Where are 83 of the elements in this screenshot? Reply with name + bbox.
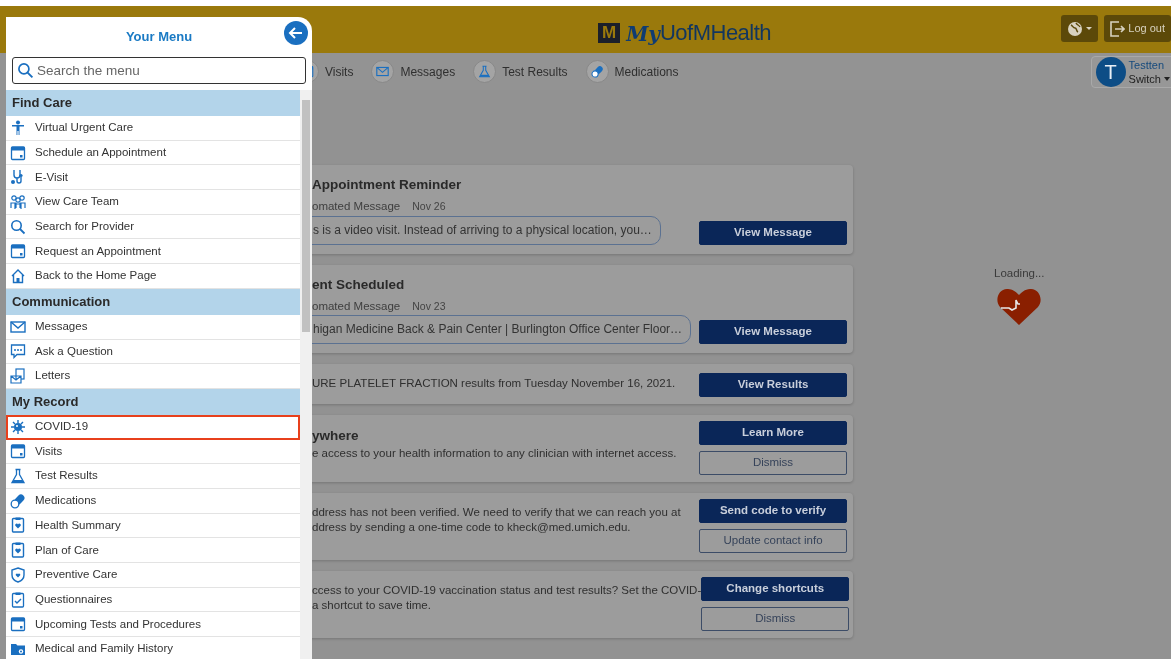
menu-item[interactable]: Test Results bbox=[6, 464, 300, 489]
message-date: Nov 26 bbox=[412, 199, 446, 215]
nav-link[interactable]: Messages bbox=[371, 60, 456, 83]
menu-item[interactable]: Ask a Question bbox=[6, 339, 300, 365]
menu-item[interactable]: Schedule an Appointment bbox=[6, 140, 300, 166]
menu-item[interactable]: Health Summary bbox=[6, 513, 300, 539]
menu-item[interactable]: Visits bbox=[6, 439, 300, 465]
virus-icon bbox=[10, 418, 26, 435]
action-button[interactable]: Send code to verify bbox=[699, 499, 847, 523]
menu-item[interactable]: View Care Team bbox=[6, 190, 300, 215]
clipboard-icon bbox=[10, 542, 26, 559]
letter-icon bbox=[10, 368, 26, 385]
card-title: ent Scheduled bbox=[312, 275, 406, 294]
search-field[interactable]: Search the menu bbox=[12, 57, 306, 84]
stethoscope-icon bbox=[10, 169, 26, 186]
avatar: T bbox=[1095, 56, 1126, 87]
flask-icon bbox=[10, 468, 26, 485]
checklist-icon bbox=[10, 591, 26, 608]
language-button[interactable] bbox=[1061, 15, 1099, 42]
card-text: URE PLATELET FRACTION results from Tuesday November 16, 2021. bbox=[312, 376, 677, 391]
flask-icon bbox=[473, 60, 497, 83]
card-title: Appointment Reminder bbox=[312, 176, 463, 194]
loading-text: Loading... bbox=[994, 266, 1045, 281]
people-icon bbox=[10, 193, 26, 210]
card-title: ywhere bbox=[312, 427, 360, 445]
chat-icon bbox=[10, 343, 26, 360]
person-icon bbox=[10, 119, 26, 136]
menu-item[interactable]: Medications bbox=[6, 488, 300, 514]
menu-item[interactable]: E-Visit bbox=[6, 165, 300, 191]
user-name: Testten bbox=[1128, 57, 1166, 72]
menu-item[interactable]: Back to the Home Page bbox=[6, 264, 300, 289]
action-button[interactable]: Change shortcuts bbox=[701, 577, 850, 601]
action-button[interactable]: Learn More bbox=[699, 421, 847, 445]
card-text: ccess to your COVID-19 vaccination status and test results? Set the COVID- bbox=[312, 583, 702, 598]
menu-item[interactable]: Letters bbox=[6, 364, 300, 389]
menu-item[interactable]: Search for Provider bbox=[6, 214, 300, 240]
menu-item[interactable]: Questionnaires bbox=[6, 587, 300, 613]
switch-label: Switch bbox=[1128, 71, 1161, 86]
menu-item[interactable]: COVID-19 bbox=[6, 414, 300, 440]
back-button[interactable] bbox=[284, 21, 308, 45]
clipboard-icon bbox=[10, 517, 26, 534]
caret-icon bbox=[1164, 76, 1170, 81]
section-header: Communication bbox=[6, 288, 300, 315]
home-icon bbox=[10, 267, 26, 284]
envelope-icon bbox=[371, 60, 395, 83]
shield-icon bbox=[10, 566, 26, 583]
action-button[interactable]: Update contact info bbox=[699, 529, 847, 553]
menu-item[interactable]: Virtual Urgent Care bbox=[6, 116, 300, 141]
action-button[interactable]: Dismiss bbox=[699, 451, 847, 475]
menu-item[interactable]: Messages bbox=[6, 314, 300, 340]
message-sender: omated Message bbox=[312, 298, 401, 314]
nav-link[interactable]: Test Results bbox=[473, 60, 568, 83]
card-text: ddress by sending a one-time code to kheck@med.umich.edu. bbox=[312, 520, 632, 535]
logo-text: My bbox=[626, 21, 660, 48]
menu-title: Your Menu bbox=[125, 28, 193, 47]
section-header: My Record bbox=[6, 388, 300, 415]
pills-icon bbox=[585, 60, 609, 83]
menu-item[interactable]: Plan of Care bbox=[6, 538, 300, 563]
card-text: e access to your health information to any clinician with internet access. bbox=[312, 446, 678, 462]
action-button[interactable]: Dismiss bbox=[701, 607, 850, 631]
caret-icon bbox=[1086, 27, 1093, 30]
search-icon bbox=[10, 218, 26, 235]
logout-icon bbox=[1110, 20, 1126, 37]
globe-icon bbox=[1067, 20, 1084, 37]
scrollbar[interactable] bbox=[300, 90, 312, 659]
pills-icon bbox=[10, 492, 26, 509]
message-date: Nov 23 bbox=[412, 298, 446, 314]
card-text: ddress has not been verified. We need to verify that we can reach you at bbox=[312, 505, 682, 520]
card-text: a shortcut to save time. bbox=[312, 598, 432, 613]
user-switcher[interactable]: T Testten Switch bbox=[1090, 55, 1171, 88]
action-button[interactable]: View Message bbox=[699, 320, 847, 344]
envelope-icon bbox=[10, 318, 26, 335]
logo-badge: M bbox=[598, 22, 621, 43]
action-button[interactable]: View Results bbox=[699, 373, 847, 397]
menu-item[interactable]: Upcoming Tests and Procedures bbox=[6, 612, 300, 638]
nav-link[interactable]: Medications bbox=[585, 60, 679, 83]
message-sender: omated Message bbox=[312, 199, 401, 215]
menu-item[interactable]: Preventive Care bbox=[6, 563, 300, 588]
action-button[interactable]: View Message bbox=[699, 220, 847, 245]
logout-button[interactable]: Log out bbox=[1104, 15, 1171, 42]
section-header: Find Care bbox=[6, 90, 300, 116]
menu-item[interactable]: Request an Appointment bbox=[6, 239, 300, 265]
back-arrow-icon bbox=[288, 25, 304, 41]
